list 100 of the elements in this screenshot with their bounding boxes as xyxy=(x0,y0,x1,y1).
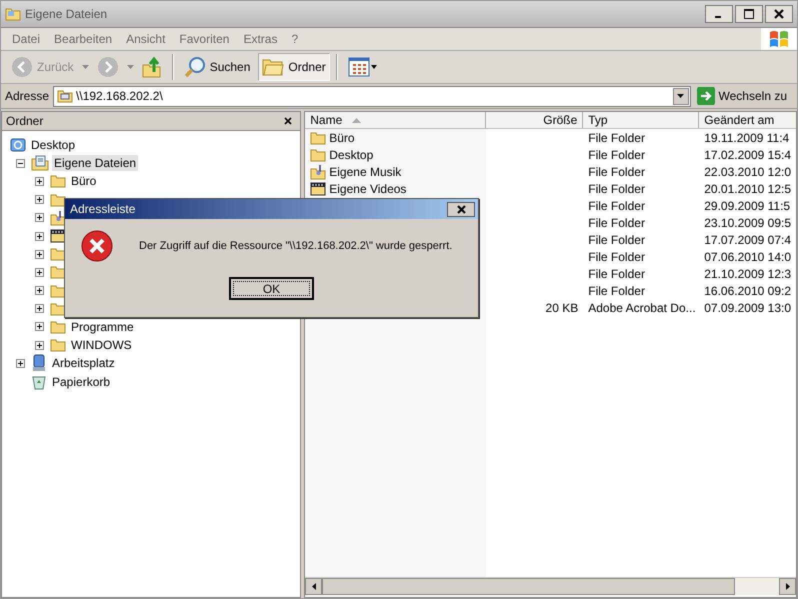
file-name[interactable]: Eigene Musik xyxy=(329,164,402,178)
column-header[interactable]: Geändert am xyxy=(699,112,796,128)
dropdown-caret-icon[interactable] xyxy=(82,65,89,69)
left-arrow-icon[interactable] xyxy=(312,583,316,590)
maximize-icon xyxy=(744,9,754,19)
file-type: File Folder xyxy=(588,232,645,246)
folder-icon xyxy=(50,284,66,298)
folder-icon xyxy=(50,320,66,334)
file-date: 22.03.2010 12:0 xyxy=(704,164,791,178)
file-type: File Folder xyxy=(588,266,645,280)
film-icon xyxy=(50,229,66,244)
folder-icon xyxy=(50,338,66,352)
file-type: File Folder xyxy=(588,182,645,196)
folder-icon xyxy=(50,174,66,188)
close-button[interactable] xyxy=(447,202,475,216)
error-icon xyxy=(81,230,113,262)
file-type: File Folder xyxy=(588,148,645,162)
expander-icon[interactable] xyxy=(16,358,24,368)
file-date: 07.06.2010 14:0 xyxy=(704,250,791,264)
expander-icon[interactable] xyxy=(34,176,44,186)
expander-icon[interactable] xyxy=(34,232,44,241)
right-arrow-icon[interactable] xyxy=(786,583,790,590)
file-date: 07.09.2009 13:0 xyxy=(704,300,791,314)
folder-up-icon xyxy=(142,56,162,78)
expander-icon[interactable] xyxy=(34,304,44,314)
window-title: Eigene Dateien xyxy=(25,7,108,21)
close-icon xyxy=(284,117,292,125)
folder-icon xyxy=(50,247,66,262)
folder-icon xyxy=(50,192,66,207)
tree-item[interactable]: Eigene Dateien xyxy=(52,155,138,172)
menu-item[interactable]: Datei xyxy=(5,32,48,46)
documents-folder-icon xyxy=(31,155,49,172)
folder-icon xyxy=(50,265,66,280)
expander-icon[interactable] xyxy=(34,340,44,350)
file-type: Adobe Acrobat Do... xyxy=(588,300,696,314)
maximize-button[interactable] xyxy=(735,5,763,23)
tree-item[interactable]: WINDOWS xyxy=(69,337,134,354)
address-label: Adresse xyxy=(5,89,50,103)
caret-icon xyxy=(677,94,684,98)
ok-button[interactable]: OK xyxy=(229,277,314,300)
dialog-title: Adressleiste xyxy=(70,202,136,216)
folders-button[interactable]: Ordner xyxy=(258,53,330,81)
close-icon xyxy=(774,9,784,19)
file-type: File Folder xyxy=(588,216,645,230)
tree-item[interactable]: Desktop xyxy=(29,137,78,154)
column-header[interactable]: Name xyxy=(305,112,486,128)
address-field[interactable]: \\192.168.202.2\ xyxy=(53,86,691,106)
expander-icon[interactable] xyxy=(16,158,24,168)
dropdown-caret-icon[interactable] xyxy=(126,65,134,69)
folder-icon xyxy=(5,7,21,21)
computer-icon xyxy=(31,354,47,372)
file-date: 29.09.2009 11:5 xyxy=(704,198,790,212)
file-date: 21.10.2009 12:3 xyxy=(704,266,791,280)
column-header[interactable]: Größe xyxy=(486,112,584,128)
desktop-icon xyxy=(10,137,26,154)
tree-item[interactable]: Arbeitsplatz xyxy=(50,355,117,372)
error-message: Der Zugriff auf die Ressource "\\192.168.202.2\" wurde gesperrt. xyxy=(139,240,452,252)
dropdown-button[interactable] xyxy=(672,88,689,104)
folders-icon xyxy=(262,57,284,77)
menu-item[interactable]: ? xyxy=(284,32,306,46)
pane-title: Ordner xyxy=(6,114,44,128)
recycle-bin-icon xyxy=(31,374,47,390)
file-type: File Folder xyxy=(588,250,645,264)
horizontal-scrollbar[interactable] xyxy=(305,577,796,595)
music-folder-icon xyxy=(310,164,326,180)
menu-item[interactable]: Bearbeiten xyxy=(47,32,120,46)
expander-icon[interactable] xyxy=(34,195,44,204)
file-date: 20.01.2010 12:5 xyxy=(704,182,791,196)
go-button[interactable]: Wechseln zu xyxy=(694,87,793,105)
minimize-button[interactable] xyxy=(705,5,733,23)
film-icon xyxy=(310,182,326,196)
expander-icon[interactable] xyxy=(34,213,44,222)
file-date: 17.07.2009 07:4 xyxy=(704,232,791,246)
file-date: 16.06.2010 09:2 xyxy=(704,284,791,298)
file-date: 19.11.2009 11:4 xyxy=(704,130,790,144)
expander-icon[interactable] xyxy=(34,286,44,296)
close-button[interactable] xyxy=(765,5,793,23)
menu-item[interactable]: Favoriten xyxy=(172,32,236,46)
close-icon xyxy=(456,204,466,214)
file-name[interactable]: Desktop xyxy=(329,148,374,162)
menu-item[interactable]: Ansicht xyxy=(119,32,172,46)
file-date: 17.02.2009 15:4 xyxy=(704,148,791,162)
column-header[interactable]: Typ xyxy=(583,112,700,128)
search-button[interactable]: Suchen xyxy=(180,53,254,81)
tree-item[interactable]: Papierkorb xyxy=(50,374,112,390)
folder-icon xyxy=(50,302,66,316)
views-icon xyxy=(348,57,378,77)
file-size: 20 KB xyxy=(546,300,578,314)
file-name[interactable]: Büro xyxy=(329,130,355,144)
expander-icon[interactable] xyxy=(34,268,44,277)
tree-item[interactable]: Programme xyxy=(69,318,136,335)
sort-arrow-icon xyxy=(352,118,362,122)
expander-icon[interactable] xyxy=(34,250,44,259)
menu-item[interactable]: Extras xyxy=(236,32,284,46)
file-type: File Folder xyxy=(588,130,645,144)
expander-icon[interactable] xyxy=(34,322,44,332)
folder-icon xyxy=(310,148,326,162)
file-name[interactable]: Eigene Videos xyxy=(329,182,406,196)
search-icon xyxy=(184,56,206,78)
tree-item[interactable]: Büro xyxy=(69,173,98,190)
